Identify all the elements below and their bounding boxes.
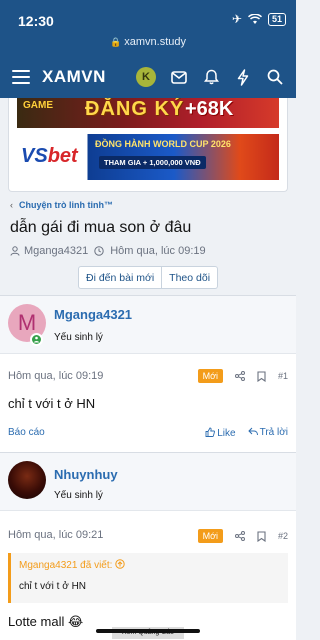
chevron-left-icon: ‹ [10,200,13,210]
wifi-icon [247,13,262,24]
post-tools: Mới #2 [197,529,288,543]
avatar[interactable] [8,461,46,499]
browser-top-bar: 12:30 ✈ 51 🔒 xamvn.study [0,0,296,56]
status-icons: ✈ 51 [232,12,286,26]
search-icon[interactable] [266,68,284,86]
goto-unread-button[interactable]: Đi đến bài mới [78,266,163,289]
banner-register-text: ĐĂNG KÝ [85,98,185,120]
reply-button[interactable]: Trả lời [247,427,288,439]
banner-game-text: GAME [23,100,53,111]
reply-icon [247,427,258,436]
post-tools: Mới #1 [197,369,288,383]
breadcrumb-label: Chuyện trò linh tinh™ [19,200,113,210]
thread-meta: Mganga4321 Hôm qua, lúc 09:19 [10,245,206,257]
clock-icon [94,246,104,256]
vsbet-logo: VSbet [21,145,78,167]
site-navbar: XAMVN K [0,56,296,98]
thread-actions: Đi đến bài mới Theo dõi [78,266,219,289]
post-user-info: Nhuynhuy Yếu sinh lý [0,453,296,511]
banner-worldcup-text: ĐỒNG HÀNH WORLD CUP 2026 [95,139,231,149]
online-status-icon [30,333,43,346]
lock-icon: 🔒 [110,37,122,47]
thumbs-up-icon [205,427,216,437]
site-logo[interactable]: XAMVN [42,67,106,87]
post-content: Lotte mall 😂 [8,614,84,629]
url-text: xamvn.study [124,36,186,48]
bell-icon[interactable] [202,68,220,86]
ad-banner-container: GAME ĐĂNG KÝ +68K VSbet ĐỒNG HÀNH WORLD … [8,98,288,192]
report-button[interactable]: Báo cáo [8,427,45,439]
thread-header: ‹ Chuyện trò linh tinh™ dẫn gái đi mua so… [0,192,296,295]
user-title: Yếu sinh lý [54,490,103,501]
user-icon [10,246,20,256]
user-avatar[interactable]: K [136,67,156,87]
bookmark-icon[interactable] [257,530,266,542]
airplane-icon: ✈ [231,12,242,26]
thread-date: Hôm qua, lúc 09:19 [110,245,206,257]
post-number[interactable]: #2 [278,531,288,541]
page-title: dẫn gái đi mua son ở đâu [10,219,192,236]
share-icon[interactable] [234,531,245,541]
new-badge: Mới [197,369,223,383]
like-button[interactable]: Like [205,427,236,439]
post-content: chỉ t với t ở HN [8,396,96,411]
post-time[interactable]: Hôm qua, lúc 09:21 [8,529,103,541]
post-username[interactable]: Mganga4321 [54,307,132,322]
menu-icon[interactable] [12,70,30,84]
nav-icons: K [136,67,284,87]
ad-banner-vsbet[interactable]: VSbet ĐỒNG HÀNH WORLD CUP 2026 THAM GIA … [17,134,279,180]
arrow-up-circle-icon [115,559,125,569]
post-username[interactable]: Nhuynhuy [54,467,118,482]
quote-text: chỉ t với t ở HN [19,581,87,592]
battery-indicator: 51 [267,12,286,26]
status-time: 12:30 [18,13,54,29]
user-title: Yếu sinh lý [54,332,103,343]
post-1: M Mganga4321 Yếu sinh lý Hôm qua, lúc 09… [0,295,296,452]
post-number[interactable]: #1 [278,371,288,381]
breadcrumb[interactable]: ‹ Chuyện trò linh tinh™ [10,200,113,210]
new-badge: Mới [197,529,223,543]
quote-block: Mganga4321 đã viết: chỉ t với t ở HN [8,553,288,603]
post-time[interactable]: Hôm qua, lúc 09:19 [8,370,103,382]
bookmark-icon[interactable] [257,370,266,382]
share-icon[interactable] [234,371,245,381]
banner-promo-text: +68K [185,98,234,120]
ad-banner-register[interactable]: GAME ĐĂNG KÝ +68K [17,98,279,128]
inbox-icon[interactable] [170,68,188,86]
post-user-info: M Mganga4321 Yếu sinh lý [0,296,296,354]
post-2: Nhuynhuy Yếu sinh lý Hôm qua, lúc 09:21 … [0,452,296,640]
post-footer: Báo cáo Like Trả lời [8,427,288,439]
home-indicator [96,629,200,633]
lightning-icon[interactable] [234,68,252,86]
watch-button[interactable]: Theo dõi [162,266,219,289]
address-bar[interactable]: 🔒 xamvn.study [0,36,296,48]
thread-author[interactable]: Mganga4321 [24,245,88,257]
quote-author[interactable]: Mganga4321 đã viết: [11,553,288,577]
banner-offer-text: THAM GIA + 1,000,000 VNĐ [99,156,206,169]
